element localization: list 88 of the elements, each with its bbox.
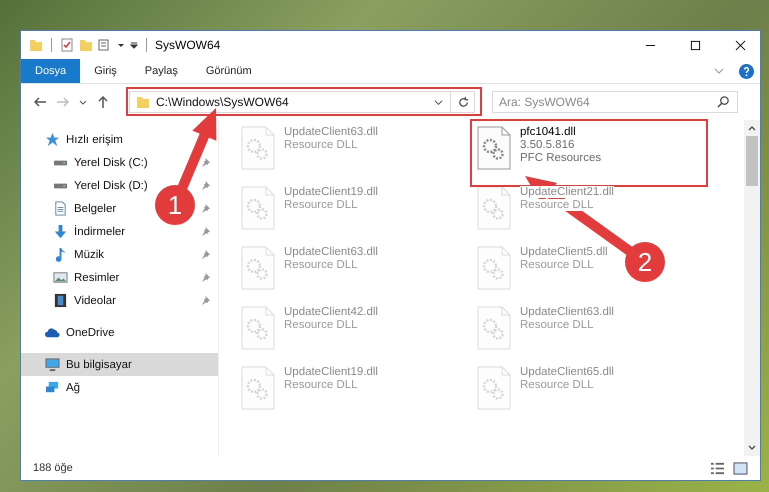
film-icon — [53, 293, 68, 308]
file-detail: Resource DLL — [284, 379, 358, 391]
file-gears-icon — [241, 126, 275, 170]
scrollbar[interactable] — [744, 120, 760, 456]
ribbon-tab[interactable]: Paylaş — [130, 59, 192, 83]
large-icons-view-icon[interactable] — [733, 462, 748, 474]
sidebar-item[interactable]: Resimler — [21, 266, 120, 289]
pin-icon[interactable] — [201, 181, 210, 190]
file-gears-icon — [241, 306, 275, 350]
file-gears-icon — [477, 126, 511, 170]
address-bar[interactable]: C:\Windows\SysWOW64 — [129, 91, 475, 113]
down-arrow-icon — [53, 224, 68, 239]
file-gears-icon — [477, 306, 511, 350]
sidebar-item[interactable]: OneDrive — [21, 321, 115, 344]
document-icon — [53, 201, 68, 216]
file-gears-icon — [477, 186, 511, 230]
item-count: 188 öğe — [33, 462, 73, 474]
pin-icon[interactable] — [201, 227, 210, 236]
picture-icon — [53, 270, 68, 285]
scrollbar-thumb[interactable] — [746, 136, 758, 186]
file-detail: Resource DLL — [284, 259, 358, 271]
folder-icon — [29, 38, 43, 52]
file-detail: Resource DLL — [284, 199, 358, 211]
sidebar-item[interactable]: Müzik — [21, 243, 104, 266]
file-gears-icon — [477, 366, 511, 410]
file-name: UpdateClient65.dll — [520, 366, 614, 378]
file-name: UpdateClient21.dll — [520, 186, 614, 198]
file-detail: 3.50.5.816 — [520, 139, 574, 151]
file-detail: Resource DLL — [520, 379, 594, 391]
sidebar-item[interactable]: İndirmeler — [21, 220, 126, 243]
file-name: UpdateClient63.dll — [284, 126, 378, 138]
sidebar-item[interactable]: Ağ — [21, 376, 80, 399]
pin-icon[interactable] — [201, 273, 210, 282]
file-detail: Resource DLL — [520, 259, 594, 271]
sidebar-item[interactable]: Yerel Disk (C:) — [21, 151, 148, 174]
sidebar-item[interactable]: Belgeler — [21, 197, 116, 220]
details-view-icon[interactable] — [710, 462, 725, 474]
window-title: SysWOW64 — [155, 38, 220, 52]
back-arrow-icon[interactable] — [33, 95, 47, 109]
sidebar-item[interactable]: Hızlı erişim — [21, 128, 123, 151]
file-name: UpdateClient19.dll — [284, 186, 378, 198]
sidebar-item[interactable]: Videolar — [21, 289, 116, 312]
file-name: UpdateClient63.dll — [520, 306, 614, 318]
pin-icon[interactable] — [201, 250, 210, 259]
file-name: UpdateClient63.dll — [284, 246, 378, 258]
pin-icon[interactable] — [201, 158, 210, 167]
up-arrow-icon[interactable] — [96, 95, 110, 109]
close-icon[interactable] — [735, 40, 746, 50]
down-caret-icon[interactable] — [747, 443, 757, 453]
caret-icon[interactable] — [130, 41, 138, 49]
checklist-icon[interactable] — [60, 38, 74, 52]
sidebar-item[interactable]: Yerel Disk (D:) — [21, 174, 148, 197]
file-gears-icon — [477, 246, 511, 290]
caret-icon[interactable] — [79, 98, 87, 106]
help-icon[interactable] — [739, 64, 754, 78]
pin-icon[interactable] — [201, 296, 210, 305]
network-icon — [45, 380, 60, 395]
file-name: UpdateClient19.dll — [284, 366, 378, 378]
maximize-icon[interactable] — [690, 40, 701, 50]
file-detail: Resource DLL — [284, 319, 358, 331]
pin-icon[interactable] — [201, 204, 210, 213]
refresh-icon[interactable] — [457, 96, 470, 108]
up-caret-icon[interactable] — [747, 123, 757, 133]
file-gears-icon — [241, 366, 275, 410]
folder-icon — [136, 95, 150, 109]
file-item[interactable]: pfc1041.dll 3.50.5.816 PFC Resources — [477, 126, 602, 170]
search-field[interactable]: Ara: SysWOW64 — [492, 91, 738, 113]
caret-icon[interactable] — [117, 41, 125, 49]
monitor-icon — [45, 357, 60, 372]
star-icon — [45, 132, 60, 147]
file-name: UpdateClient42.dll — [284, 306, 378, 318]
ribbon-tab[interactable]: Dosya — [21, 59, 80, 83]
file-detail: Resource DLL — [520, 319, 594, 331]
file-gears-icon — [241, 186, 275, 230]
file-detail: PFC Resources — [520, 152, 602, 164]
file-detail: Resource DLL — [284, 139, 358, 151]
file-gears-icon — [241, 246, 275, 290]
file-detail: Resource DLL — [520, 199, 594, 211]
ribbon-tab[interactable]: Giriş — [80, 59, 131, 83]
ribbon-tab[interactable]: Görünüm — [192, 59, 266, 83]
file-name: UpdateClient5.dll — [520, 246, 608, 258]
sidebar-item[interactable]: Bu bilgisayar — [21, 353, 218, 376]
file-name: pfc1041.dll — [520, 126, 576, 138]
drive-icon — [53, 182, 68, 188]
music-note-icon — [53, 247, 68, 262]
drive-icon — [53, 160, 68, 166]
search-icon[interactable] — [717, 95, 730, 108]
address-path: C:\Windows\SysWOW64 — [156, 95, 290, 109]
